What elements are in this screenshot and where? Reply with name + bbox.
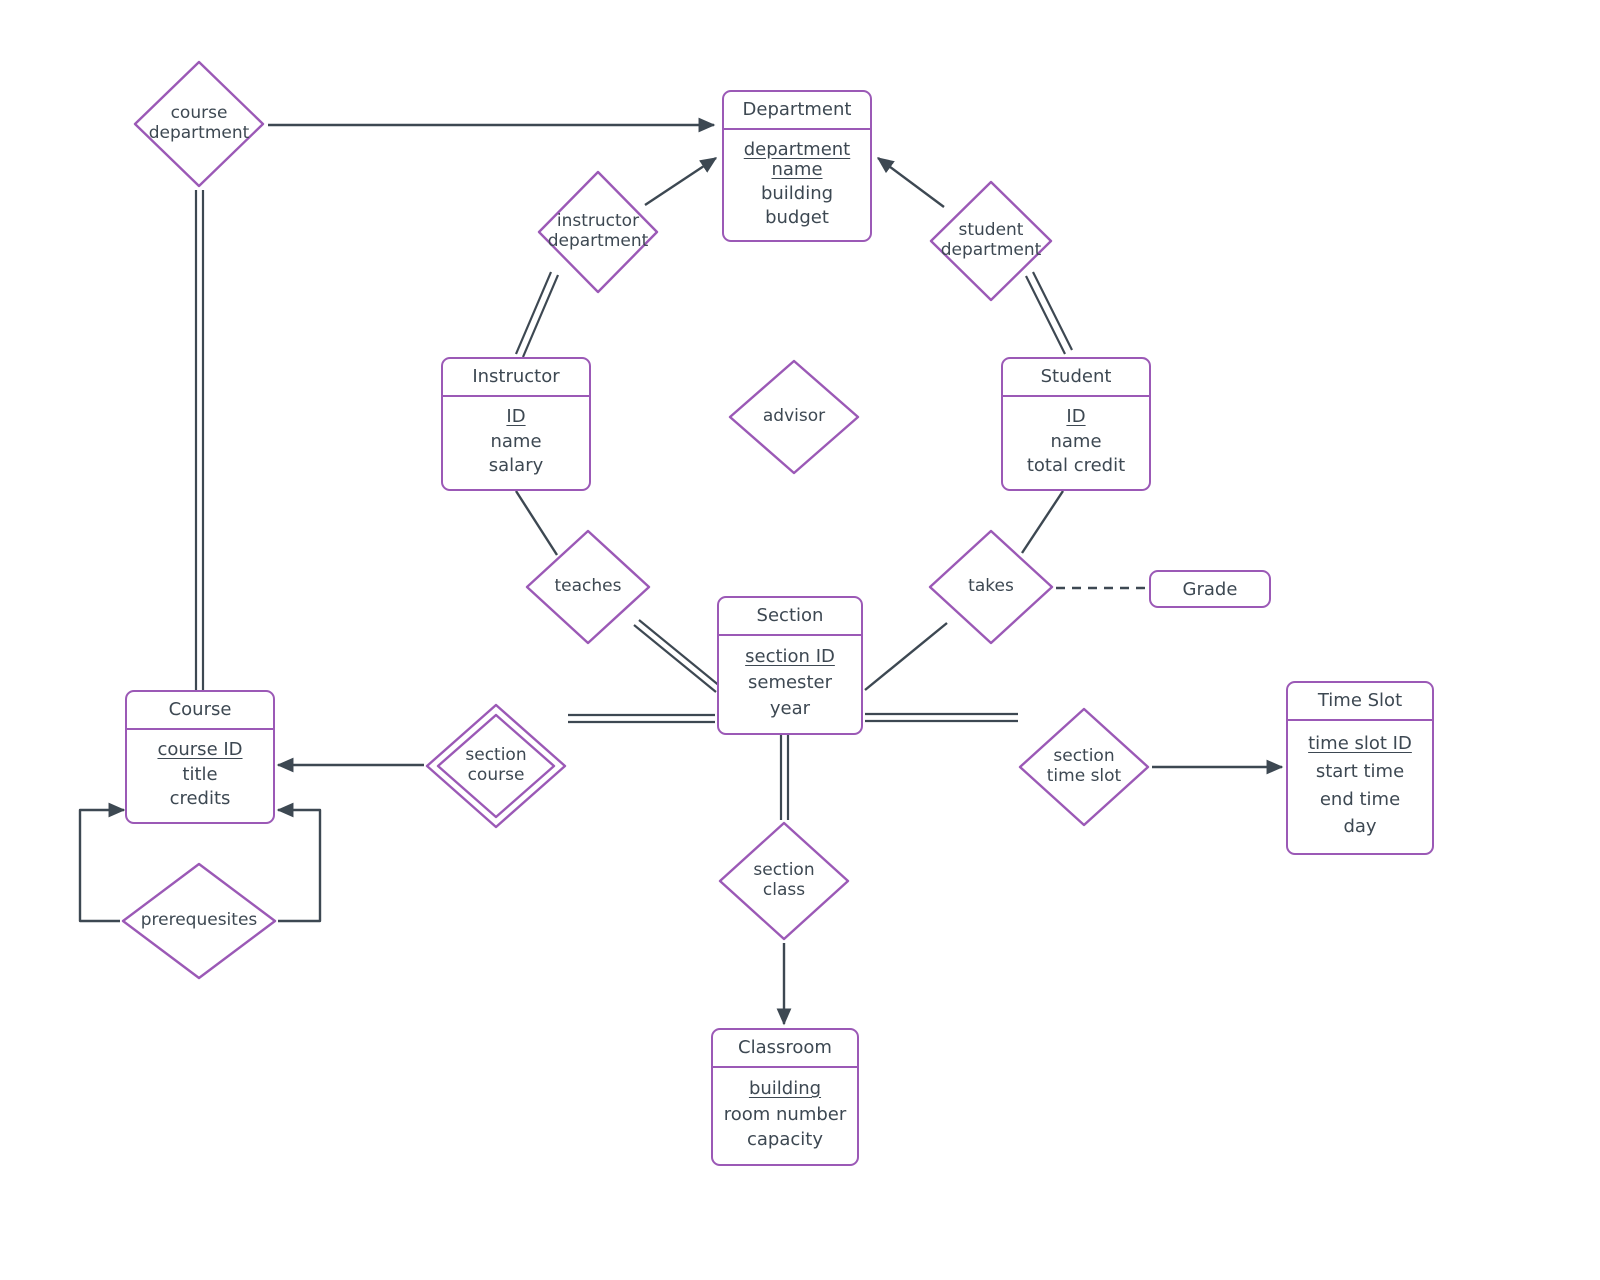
diamond-shape xyxy=(525,529,651,645)
entity-attribute-list: building room number capacity xyxy=(713,1068,857,1164)
edge-prerequesites-to-course-left xyxy=(78,802,126,923)
entity-title: Department xyxy=(724,92,870,130)
attribute-start-time: start time xyxy=(1315,760,1405,782)
relationship-course-department[interactable]: course department xyxy=(131,58,267,190)
entity-department[interactable]: Department department name building budg… xyxy=(722,90,872,242)
attribute-room-number: room number xyxy=(723,1103,847,1125)
entity-title: Instructor xyxy=(443,359,589,397)
relationship-student-department[interactable]: student department xyxy=(927,178,1055,304)
attribute-building: building xyxy=(760,182,834,204)
diamond-shape xyxy=(537,170,659,294)
diamond-shape xyxy=(928,529,1054,645)
entity-student[interactable]: Student ID name total credit xyxy=(1001,357,1151,491)
entity-attribute-list: department name building budget xyxy=(724,130,870,240)
attribute-time-slot-id: time slot ID xyxy=(1308,733,1412,755)
entity-attribute-list: ID name salary xyxy=(443,397,589,489)
entity-title: Time Slot xyxy=(1288,683,1432,721)
attribute-name: name xyxy=(490,430,542,452)
attribute-box-label: Grade xyxy=(1182,578,1238,600)
relationship-prerequesites[interactable]: prerequesites xyxy=(119,860,279,982)
relationship-instructor-department[interactable]: instructor department xyxy=(535,168,661,296)
entity-classroom[interactable]: Classroom building room number capacity xyxy=(711,1028,859,1166)
diamond-shape xyxy=(1018,707,1150,827)
edge-prerequesites-to-course-right xyxy=(276,802,322,923)
attribute-day: day xyxy=(1343,816,1377,838)
entity-course[interactable]: Course course ID title credits xyxy=(125,690,275,824)
relationship-teaches[interactable]: teaches xyxy=(523,527,653,647)
diamond-shape xyxy=(718,821,850,941)
edge-section-to-section-course xyxy=(568,713,715,724)
diamond-shape xyxy=(133,60,265,188)
diamond-shape-double xyxy=(425,703,567,829)
relationship-advisor[interactable]: advisor xyxy=(726,357,862,477)
entity-instructor[interactable]: Instructor ID name salary xyxy=(441,357,591,491)
entity-title: Classroom xyxy=(713,1030,857,1068)
er-diagram-canvas: Department department name building budg… xyxy=(0,0,1600,1280)
attribute-section-id: section ID xyxy=(745,646,835,668)
diamond-shape xyxy=(929,180,1053,302)
attribute-name: name xyxy=(1050,430,1102,452)
entity-title: Course xyxy=(127,692,273,730)
entity-section[interactable]: Section section ID semester year xyxy=(717,596,863,735)
relationship-takes[interactable]: takes xyxy=(926,527,1056,647)
attribute-semester: semester xyxy=(748,672,832,694)
attribute-course-id: course ID xyxy=(157,739,243,761)
entity-attribute-list: section ID semester year xyxy=(719,636,861,733)
attribute-end-time: end time xyxy=(1319,788,1401,810)
diamond-shape xyxy=(121,862,277,980)
attribute-department-name: department name xyxy=(743,138,851,180)
attribute-box-grade[interactable]: Grade xyxy=(1149,570,1271,608)
relationship-section-course[interactable]: section course xyxy=(424,702,568,830)
attribute-credits: credits xyxy=(169,788,231,810)
edge-section-to-section-class xyxy=(779,735,790,820)
diamond-shape xyxy=(728,359,860,475)
attribute-title: title xyxy=(182,763,218,785)
entity-title: Student xyxy=(1003,359,1149,397)
entity-title: Section xyxy=(719,598,861,636)
entity-attribute-list: ID name total credit xyxy=(1003,397,1149,489)
edge-section-to-section-time-slot xyxy=(865,712,1018,723)
attribute-year: year xyxy=(769,698,811,720)
attribute-capacity: capacity xyxy=(747,1129,823,1151)
relationship-section-time-slot[interactable]: section time slot xyxy=(1016,705,1152,829)
attribute-total-credit: total credit xyxy=(1026,455,1126,477)
attribute-budget: budget xyxy=(765,206,829,228)
attribute-id: ID xyxy=(506,406,526,428)
attribute-salary: salary xyxy=(488,455,544,477)
attribute-id: ID xyxy=(1066,406,1086,428)
entity-attribute-list: course ID title credits xyxy=(127,730,273,822)
entity-time-slot[interactable]: Time Slot time slot ID start time end ti… xyxy=(1286,681,1434,855)
entity-attribute-list: time slot ID start time end time day xyxy=(1288,721,1432,853)
edge-course-department-to-course xyxy=(194,190,205,690)
attribute-building: building xyxy=(748,1078,822,1100)
relationship-section-class[interactable]: section class xyxy=(716,819,852,943)
